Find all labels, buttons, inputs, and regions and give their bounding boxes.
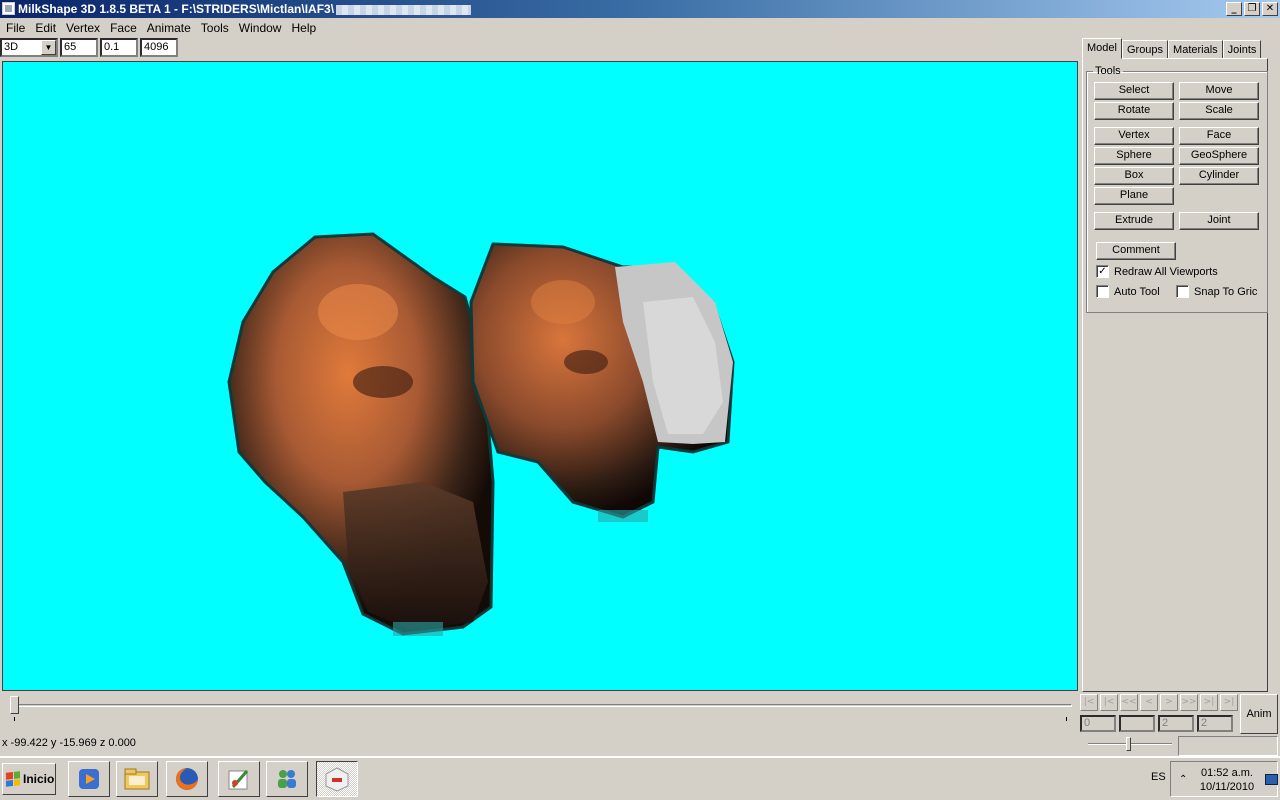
animation-controls: |< |< << < > >> >| >| 0 2 2 Anim bbox=[1080, 694, 1280, 736]
media-player-icon[interactable] bbox=[68, 761, 110, 797]
menu-help[interactable]: Help bbox=[287, 21, 322, 35]
snap-to-grid-label: Snap To Gric bbox=[1194, 285, 1258, 298]
tab-groups[interactable]: Groups bbox=[1121, 40, 1169, 59]
language-indicator[interactable]: ES bbox=[1151, 771, 1166, 783]
menu-bar: File Edit Vertex Face Animate Tools Wind… bbox=[0, 18, 1280, 37]
window-title: MilkShape 3D 1.8.5 BETA 1 - F:\STRIDERS\… bbox=[18, 2, 335, 16]
viewport-toolbar: 3D ▼ 65 0.1 4096 bbox=[0, 38, 178, 59]
joint-button[interactable]: Joint bbox=[1179, 212, 1259, 230]
paint-icon[interactable] bbox=[218, 761, 260, 797]
checkbox-box bbox=[1176, 285, 1189, 298]
prev-key-button[interactable]: |< bbox=[1100, 694, 1118, 711]
title-bar: MilkShape 3D 1.8.5 BETA 1 - F:\STRIDERS\… bbox=[0, 0, 1280, 18]
timeline-track[interactable] bbox=[12, 704, 1072, 707]
milkshape-app-icon bbox=[2, 2, 15, 15]
messenger-icon[interactable] bbox=[266, 761, 308, 797]
box-button[interactable]: Box bbox=[1094, 167, 1174, 185]
fov-field[interactable]: 65 bbox=[60, 38, 98, 57]
start-label: Inicio bbox=[23, 772, 55, 786]
move-button[interactable]: Move bbox=[1179, 82, 1259, 100]
scale-button[interactable]: Scale bbox=[1179, 102, 1259, 120]
menu-animate[interactable]: Animate bbox=[143, 21, 197, 35]
face-button[interactable]: Face bbox=[1179, 127, 1259, 145]
comment-button[interactable]: Comment bbox=[1096, 242, 1176, 260]
start-button[interactable]: Inicio bbox=[2, 763, 56, 795]
auto-tool-label: Auto Tool bbox=[1114, 285, 1160, 298]
next-key-button[interactable]: >| bbox=[1200, 694, 1218, 711]
timeline-tick-end bbox=[1066, 717, 1067, 721]
menu-window[interactable]: Window bbox=[235, 21, 288, 35]
timeline-tick-start bbox=[14, 717, 15, 721]
chevron-down-icon[interactable]: ▼ bbox=[41, 40, 56, 55]
timeline-slider-thumb[interactable] bbox=[10, 696, 19, 714]
redraw-all-viewports-checkbox[interactable]: ✓ Redraw All Viewports bbox=[1096, 265, 1218, 278]
rewind-button[interactable]: << bbox=[1120, 694, 1138, 711]
menu-tools[interactable]: Tools bbox=[197, 21, 235, 35]
close-button[interactable]: ✕ bbox=[1262, 2, 1278, 16]
tab-joints[interactable]: Joints bbox=[1222, 40, 1262, 59]
status-panel bbox=[1178, 736, 1278, 756]
minimize-button[interactable]: _ bbox=[1226, 2, 1242, 16]
folder-icon[interactable] bbox=[116, 761, 158, 797]
checkbox-box bbox=[1096, 285, 1109, 298]
geosphere-button[interactable]: GeoSphere bbox=[1179, 147, 1259, 165]
menu-vertex[interactable]: Vertex bbox=[62, 21, 106, 35]
3d-viewport[interactable] bbox=[2, 61, 1078, 691]
fast-forward-button[interactable]: >> bbox=[1180, 694, 1198, 711]
model-panel: Model Groups Materials Joints Tools Sele… bbox=[1080, 38, 1280, 692]
animation-timeline bbox=[2, 693, 1078, 733]
select-button[interactable]: Select bbox=[1094, 82, 1174, 100]
blank-frame-field[interactable] bbox=[1119, 715, 1155, 732]
current-frame-field[interactable]: 0 bbox=[1080, 715, 1116, 732]
rotate-button[interactable]: Rotate bbox=[1094, 102, 1174, 120]
view-mode-select[interactable]: 3D ▼ bbox=[0, 38, 58, 57]
redraw-all-label: Redraw All Viewports bbox=[1114, 265, 1218, 278]
near-clip-field[interactable]: 0.1 bbox=[100, 38, 138, 57]
checkmark-icon: ✓ bbox=[1096, 265, 1109, 278]
windows-flag-icon bbox=[6, 771, 20, 787]
panel-tabs: Model Groups Materials Joints bbox=[1082, 38, 1262, 59]
restore-button[interactable]: ❐ bbox=[1244, 2, 1260, 16]
clock[interactable]: 01:52 a.m. 10/11/2010 bbox=[1197, 766, 1257, 794]
start-frame-field[interactable]: 2 bbox=[1158, 715, 1194, 732]
snap-to-grid-checkbox[interactable]: Snap To Gric bbox=[1176, 285, 1257, 298]
auto-tool-checkbox[interactable]: Auto Tool bbox=[1096, 285, 1160, 298]
far-clip-field[interactable]: 4096 bbox=[140, 38, 178, 57]
tab-model[interactable]: Model bbox=[1082, 38, 1122, 59]
cursor-coordinates: x -99.422 y -15.969 z 0.000 bbox=[2, 737, 136, 749]
taskbar: Inicio ES ⌃ 01:52 a.m. 10/11/2010 bbox=[0, 756, 1280, 800]
tools-legend: Tools bbox=[1095, 65, 1121, 77]
menu-edit[interactable]: Edit bbox=[31, 21, 62, 35]
next-frame-button[interactable]: > bbox=[1160, 694, 1178, 711]
chevron-up-icon[interactable]: ⌃ bbox=[1179, 774, 1187, 785]
clock-date: 10/11/2010 bbox=[1199, 781, 1255, 793]
status-bar: x -99.422 y -15.969 z 0.000 bbox=[0, 736, 1280, 756]
end-frame-field[interactable]: 2 bbox=[1197, 715, 1233, 732]
system-tray: ⌃ 01:52 a.m. 10/11/2010 bbox=[1170, 761, 1278, 797]
first-frame-button[interactable]: |< bbox=[1080, 694, 1098, 711]
tab-body: Tools Select Move Rotate Scale Vertex Fa… bbox=[1082, 58, 1268, 692]
show-desktop-icon[interactable] bbox=[1265, 774, 1278, 785]
cylinder-button[interactable]: Cylinder bbox=[1179, 167, 1259, 185]
speed-slider-thumb[interactable] bbox=[1126, 737, 1131, 751]
prev-frame-button[interactable]: < bbox=[1140, 694, 1158, 711]
view-mode-value: 3D bbox=[4, 41, 19, 53]
milkshape-icon[interactable] bbox=[316, 761, 358, 797]
firefox-icon[interactable] bbox=[166, 761, 208, 797]
menu-file[interactable]: File bbox=[2, 21, 31, 35]
extrude-button[interactable]: Extrude bbox=[1094, 212, 1174, 230]
redacted-path bbox=[336, 4, 472, 15]
vertex-button[interactable]: Vertex bbox=[1094, 127, 1174, 145]
tab-materials[interactable]: Materials bbox=[1168, 40, 1223, 59]
menu-face[interactable]: Face bbox=[106, 21, 143, 35]
model-render bbox=[227, 232, 735, 636]
plane-button[interactable]: Plane bbox=[1094, 187, 1174, 205]
anim-button[interactable]: Anim bbox=[1240, 694, 1278, 734]
sphere-button[interactable]: Sphere bbox=[1094, 147, 1174, 165]
clock-time: 01:52 a.m. bbox=[1201, 767, 1253, 779]
last-frame-button[interactable]: >| bbox=[1220, 694, 1238, 711]
